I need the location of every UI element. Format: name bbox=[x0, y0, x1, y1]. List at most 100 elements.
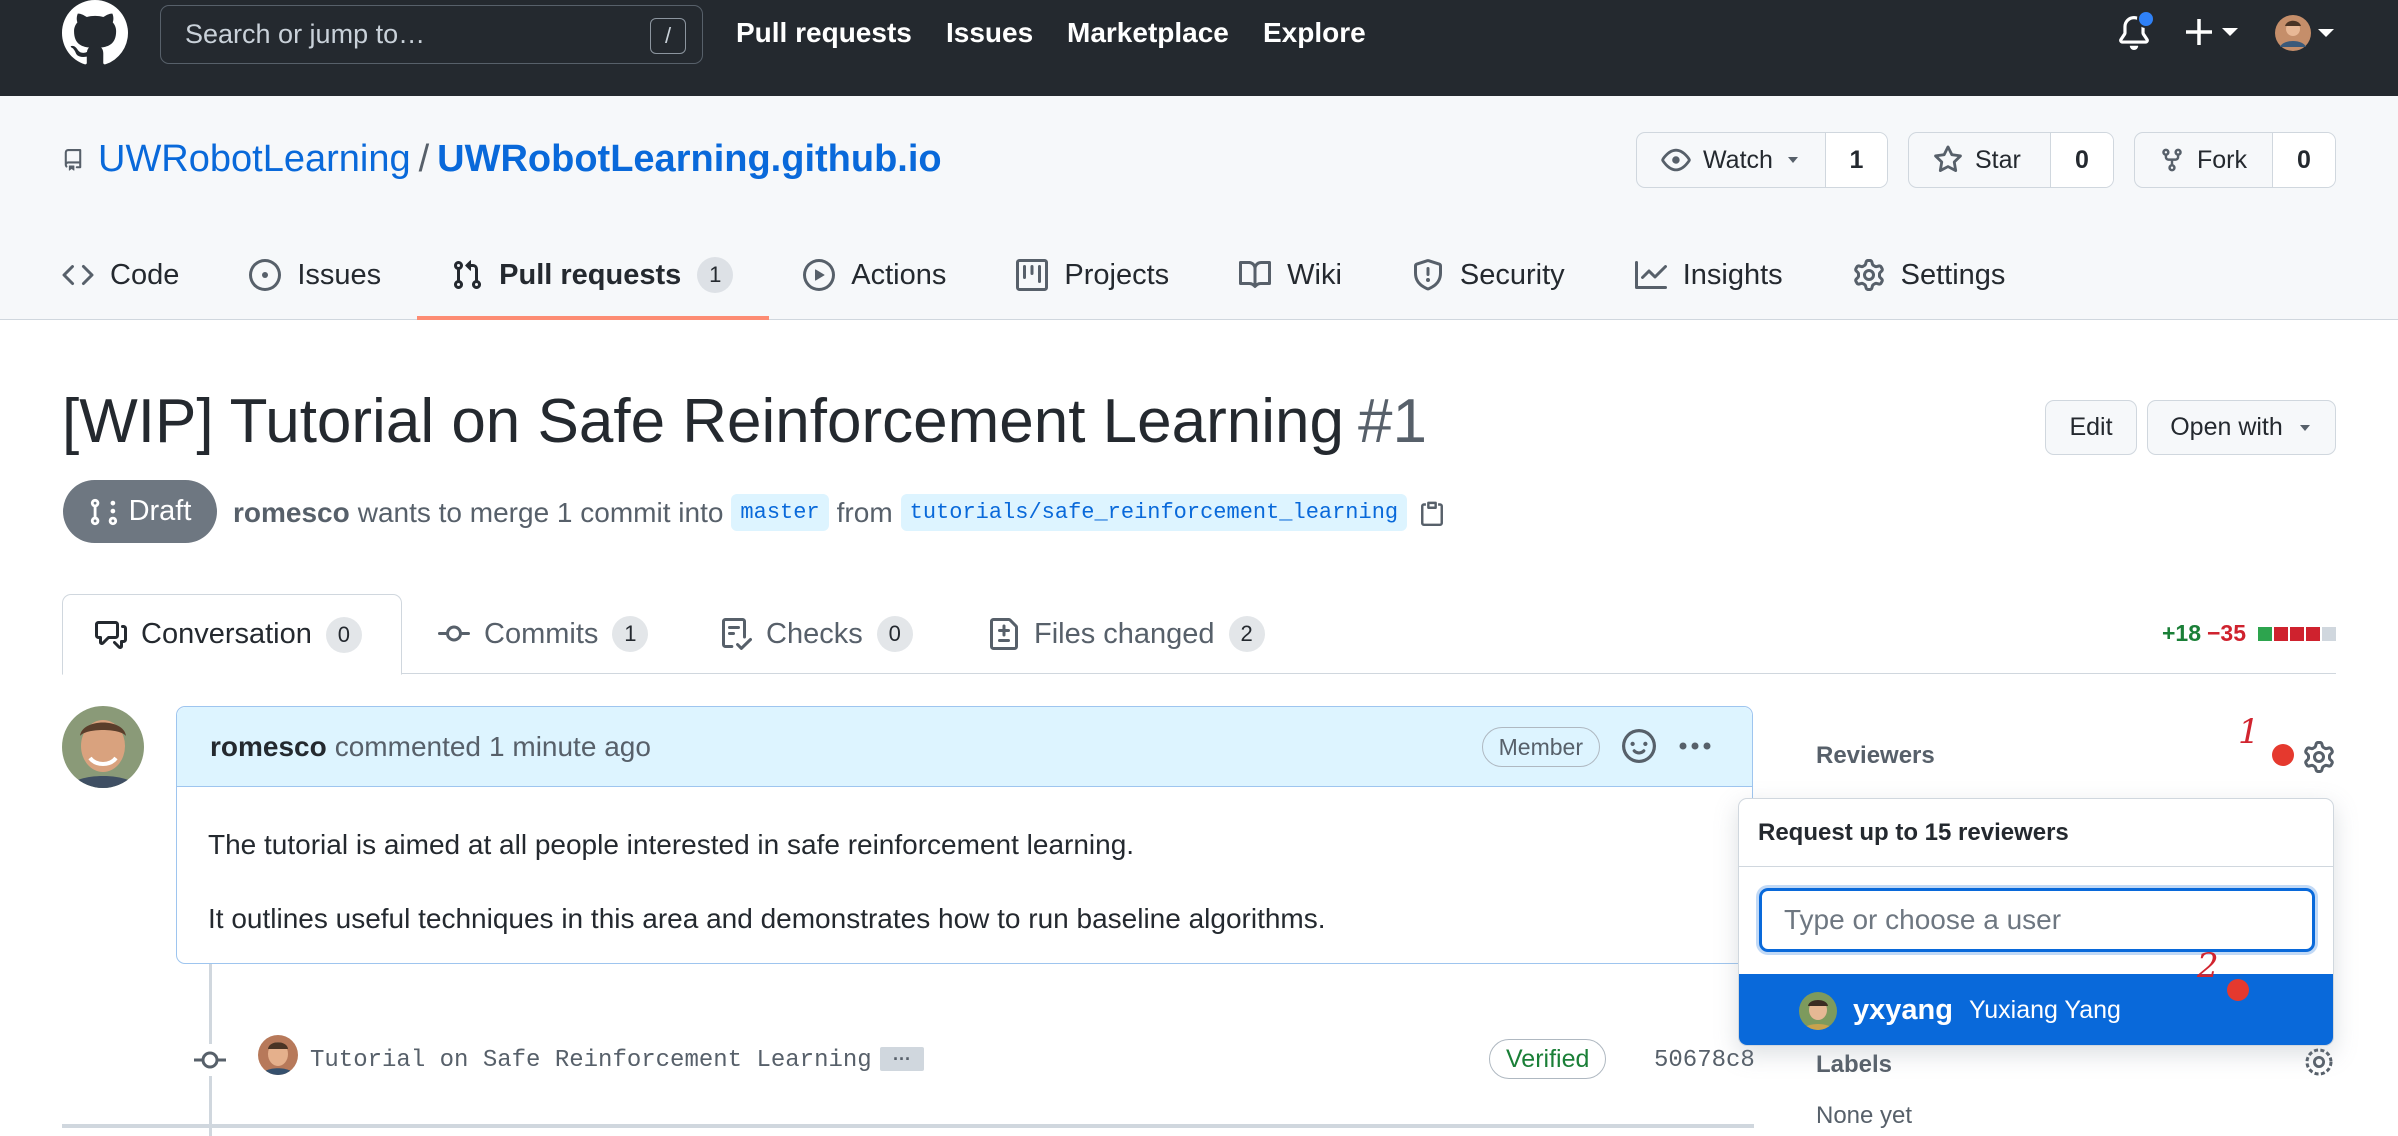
tab-pull-requests-label: Pull requests bbox=[499, 258, 682, 291]
diffstat-square bbox=[2290, 626, 2304, 641]
tab-issues[interactable]: Issues bbox=[215, 231, 417, 319]
reviewer-picker-popup: Request up to 15 reviewers Type or choos… bbox=[1738, 798, 2334, 1046]
commits-count-badge: 1 bbox=[612, 616, 649, 652]
fork-icon bbox=[2162, 148, 2182, 172]
star-count[interactable]: 0 bbox=[2049, 133, 2113, 187]
nav-issues[interactable]: Issues bbox=[946, 0, 1033, 66]
tab-issues-label: Issues bbox=[297, 258, 382, 291]
labels-gear-icon[interactable] bbox=[2303, 1046, 2335, 1078]
annotation-number-1: 1 bbox=[2238, 712, 2260, 752]
open-with-label: Open with bbox=[2170, 413, 2283, 441]
pull-request-icon bbox=[454, 260, 482, 290]
base-branch[interactable]: master bbox=[731, 494, 829, 531]
member-badge: Member bbox=[1481, 727, 1600, 767]
reviewers-gear-icon[interactable] bbox=[2303, 741, 2335, 773]
comment-timestamp[interactable]: 1 minute ago bbox=[489, 731, 651, 763]
pr-title: [WIP] Tutorial on Safe Reinforcement Lea… bbox=[62, 386, 1427, 457]
tab-wiki-label: Wiki bbox=[1287, 258, 1342, 291]
diffstat-square bbox=[2322, 626, 2336, 641]
user-menu-dropdown[interactable] bbox=[2274, 14, 2338, 52]
diff-stat: +18 −35 bbox=[2162, 620, 2336, 647]
tab-security-label: Security bbox=[1459, 258, 1565, 291]
nav-pull-requests[interactable]: Pull requests bbox=[736, 0, 912, 66]
draft-pull-request-icon bbox=[90, 498, 117, 525]
add-reaction-smiley-icon[interactable] bbox=[1622, 729, 1656, 763]
commit-sha-link[interactable]: 50678c8 bbox=[1654, 1047, 1755, 1074]
tab-insights[interactable]: Insights bbox=[1601, 231, 1819, 319]
star-label: Star bbox=[1975, 145, 2021, 174]
nav-marketplace[interactable]: Marketplace bbox=[1067, 0, 1229, 66]
fork-count[interactable]: 0 bbox=[2271, 133, 2335, 187]
commit-author-avatar[interactable] bbox=[258, 1035, 298, 1075]
repo-title: UWRobotLearning / UWRobotLearning.github… bbox=[62, 138, 942, 181]
tab-security[interactable]: Security bbox=[1378, 231, 1601, 319]
gear-icon bbox=[1853, 259, 1884, 291]
expand-commit-ellipsis-button[interactable]: ··· bbox=[880, 1047, 924, 1071]
tab-conversation-label: Conversation bbox=[141, 618, 312, 650]
pull-requests-count-badge: 1 bbox=[697, 257, 734, 293]
annotation-click-marker bbox=[2272, 744, 2294, 766]
repo-owner-link[interactable]: UWRobotLearning bbox=[98, 138, 411, 181]
comment-author-link[interactable]: romesco bbox=[210, 731, 327, 763]
pr-number: #1 bbox=[1358, 387, 1427, 456]
tab-code[interactable]: Code bbox=[28, 231, 215, 319]
pr-title-text: [WIP] Tutorial on Safe Reinforcement Lea… bbox=[62, 387, 1344, 456]
global-header: Search or jump to… / Pull requests Issue… bbox=[0, 0, 2398, 96]
commit-message-link[interactable]: Tutorial on Safe Reinforcement Learning bbox=[310, 1047, 872, 1074]
tab-commits[interactable]: Commits 1 bbox=[438, 594, 649, 674]
github-logo-icon[interactable] bbox=[62, 0, 128, 66]
tab-checks[interactable]: Checks 0 bbox=[720, 594, 913, 674]
additions-count: +18 bbox=[2161, 620, 2201, 646]
pr-author-link[interactable]: romesco bbox=[233, 497, 350, 529]
shield-icon bbox=[1413, 259, 1442, 291]
copy-clipboard-icon[interactable] bbox=[1419, 498, 1445, 528]
watch-button[interactable]: Watch bbox=[1637, 133, 1825, 187]
graph-icon bbox=[1634, 261, 1667, 289]
comment-box: romesco commented 1 minute ago Member Th… bbox=[176, 706, 1753, 964]
tab-actions[interactable]: Actions bbox=[769, 231, 982, 319]
verified-badge[interactable]: Verified bbox=[1489, 1039, 1607, 1079]
fork-button-group: Fork 0 bbox=[2134, 132, 2336, 188]
watch-button-group: Watch 1 bbox=[1636, 132, 1888, 188]
comment-author-avatar[interactable] bbox=[62, 706, 144, 788]
reviewer-search-placeholder: Type or choose a user bbox=[1784, 904, 2062, 935]
tab-code-label: Code bbox=[110, 258, 180, 291]
issue-icon bbox=[249, 259, 282, 291]
popup-title: Request up to 15 reviewers bbox=[1739, 799, 2333, 867]
watch-label: Watch bbox=[1703, 145, 1773, 174]
nav-explore[interactable]: Explore bbox=[1263, 0, 1366, 66]
watch-count[interactable]: 1 bbox=[1824, 133, 1887, 187]
tab-conversation[interactable]: Conversation 0 bbox=[62, 594, 402, 675]
tab-actions-label: Actions bbox=[851, 258, 947, 291]
head-branch[interactable]: tutorials/safe_reinforcement_learning bbox=[900, 494, 1408, 531]
search-input[interactable]: Search or jump to… / bbox=[160, 5, 703, 64]
play-icon bbox=[803, 259, 836, 291]
reviewer-avatar bbox=[1799, 991, 1837, 1030]
pr-tabs: Conversation 0 Commits 1 Checks 0 Files … bbox=[62, 594, 2336, 675]
tab-settings[interactable]: Settings bbox=[1819, 231, 2042, 319]
fork-button[interactable]: Fork bbox=[2135, 133, 2272, 187]
tab-insights-label: Insights bbox=[1682, 258, 1783, 291]
open-with-button[interactable]: Open with bbox=[2147, 400, 2336, 455]
edit-button[interactable]: Edit bbox=[2045, 400, 2137, 455]
repo-name-link[interactable]: UWRobotLearning.github.io bbox=[437, 138, 941, 181]
slash-shortcut-key: / bbox=[650, 18, 686, 54]
create-new-dropdown[interactable] bbox=[2186, 16, 2242, 48]
comment-discussion-icon bbox=[95, 620, 127, 649]
star-icon bbox=[1934, 145, 1962, 173]
star-button[interactable]: Star bbox=[1909, 133, 2050, 187]
comment-paragraph: The tutorial is aimed at all people inte… bbox=[208, 829, 1135, 860]
notification-dot-icon bbox=[2137, 10, 2155, 28]
comment-body: The tutorial is aimed at all people inte… bbox=[208, 825, 1326, 973]
diffstat-square bbox=[2306, 626, 2320, 641]
tab-settings-label: Settings bbox=[1900, 258, 2006, 291]
caret-down-icon bbox=[2299, 424, 2310, 431]
tab-wiki[interactable]: Wiki bbox=[1205, 231, 1378, 319]
kebab-menu-icon[interactable] bbox=[1678, 731, 1712, 761]
reviewer-search-input[interactable]: Type or choose a user bbox=[1759, 888, 2315, 952]
tab-pull-requests[interactable]: Pull requests 1 bbox=[417, 231, 770, 320]
tab-files-changed[interactable]: Files changed 2 bbox=[988, 594, 1265, 674]
tab-checks-label: Checks bbox=[766, 617, 863, 650]
tab-projects[interactable]: Projects bbox=[982, 231, 1205, 319]
deletions-count: −35 bbox=[2206, 620, 2246, 646]
